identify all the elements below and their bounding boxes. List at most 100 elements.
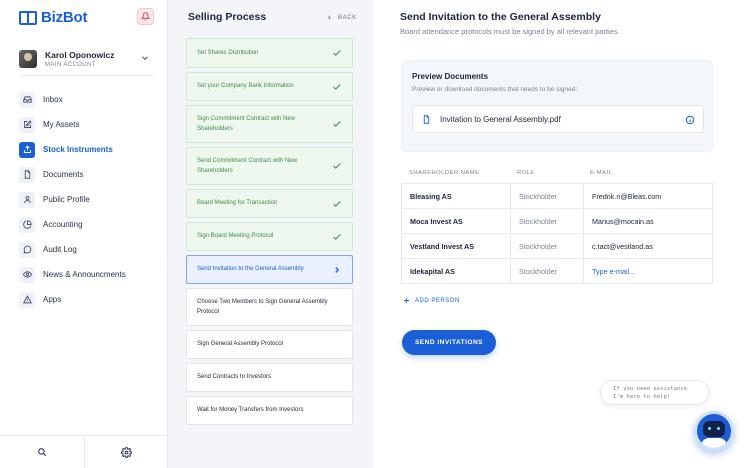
add-person-button[interactable]: ADD PERSON [403,297,460,304]
column-header-name: SHAREHOLDER NAME [409,170,480,176]
step-bank-information[interactable]: Set your Company Bank Information [186,72,353,101]
document-item[interactable]: Invitation to General Assembly.pdf [412,105,704,133]
table-row: Bleasing AS Stockholder Fredrik.n@Bleas.… [401,184,713,209]
step-send-commitment-contract[interactable]: Send Commitment Contract with New Shareh… [186,147,353,185]
step-set-shares-distribution[interactable]: Set Shares Distribution [186,38,353,68]
sidebar-nav: Inbox My Assets Stock Instruments Docume… [19,87,126,312]
account-switcher[interactable]: Karol Oponowicz MAIN ACCOUNT [19,44,154,74]
shareholder-name: Vestland Invest AS [410,241,475,251]
sidebar: BizBot Karol Oponowicz MAIN ACCOUNT Inbo… [0,0,168,468]
sidebar-item-audit-log[interactable]: Audit Log [19,237,126,262]
sidebar-item-my-assets[interactable]: My Assets [19,112,126,137]
email-field[interactable]: c.tact@vestland.as [583,234,712,258]
sidebar-item-label: My Assets [43,120,80,129]
table-row: Idekapital AS Stockholder Type e-mail... [401,259,713,284]
step-send-invitation[interactable]: Send Invitation to the General Assembly [186,255,353,284]
process-title: Selling Process [188,11,267,23]
robot-icon [703,421,725,437]
column-header-role: ROLE [517,170,535,176]
add-person-label: ADD PERSON [415,297,460,304]
step-label: Set Shares Distribution [197,49,259,56]
email-field[interactable]: Fredrik.n@Bleas.com [583,184,712,208]
check-icon [333,50,341,56]
sidebar-item-label: News & Announcments [43,270,126,279]
sidebar-item-label: Public Profile [43,195,90,204]
step-label: Board Meeting for Transaction [197,200,278,207]
step-send-contracts[interactable]: Send Contracts to Investors [186,363,353,392]
step-sign-general-assembly-protocol[interactable]: Sign General Assembly Protocol [186,330,353,359]
shareholder-name: Bleasing AS [410,191,452,201]
email-field[interactable]: Marius@mocain.as [583,209,712,233]
notifications-button[interactable] [137,8,154,25]
sidebar-item-label: Stock Instruments [43,145,113,154]
assistant-line: I'm here to help! [613,394,671,400]
check-icon [333,163,341,169]
check-icon [333,83,341,90]
warning-icon [19,291,35,308]
eye-icon [19,266,35,283]
check-icon [333,121,341,127]
sidebar-item-accounting[interactable]: Accounting [19,212,126,237]
back-button[interactable]: BACK [326,14,357,21]
send-invitations-button[interactable]: SEND INVITATIONS [402,330,496,355]
sidebar-item-label: Inbox [43,95,63,104]
shareholder-role: Stockholder [510,259,583,283]
assistant-line: If you need assistance [613,386,688,392]
sidebar-item-stock-instruments[interactable]: Stock Instruments [19,137,126,162]
search-icon [37,448,46,457]
info-icon[interactable] [685,115,695,125]
step-choose-two-members[interactable]: Choose Two Members to Sign General Assem… [186,288,353,326]
preview-title: Preview Documents [412,72,489,81]
process-panel: Selling Process BACK Set Shares Distribu… [168,0,373,468]
sidebar-item-apps[interactable]: Apps [19,287,126,312]
step-wait-for-transfers[interactable]: Wait for Money Transfers from Investors [186,396,353,425]
chevron-left-icon [328,15,331,20]
chevron-down-icon [142,56,148,60]
inbox-icon [19,91,35,108]
preview-subtitle: Preview or download documents that needs… [412,86,578,93]
step-board-meeting[interactable]: Board Meeting for Transaction [186,189,353,218]
robot-eye [708,427,711,430]
user-icon [19,191,35,208]
step-label: Sign Commitment Contract with New Shareh… [197,115,296,133]
avatar [19,50,37,68]
file-icon [423,114,430,124]
step-sign-board-protocol[interactable]: Sign Board Meeting Protocol [186,222,353,251]
shareholder-role: Stockholder [510,184,583,208]
step-label: Choose Two Members to Sign General Assem… [197,298,328,316]
step-label: Wait for Money Transfers from Investors [197,407,304,414]
sidebar-footer [0,435,168,468]
edit-icon [19,116,35,133]
step-label: Sign Board Meeting Protocol [197,233,274,240]
account-name: Karol Oponowicz [45,50,115,60]
sidebar-item-label: Accounting [43,220,83,229]
shareholder-name: Moca Invest AS [410,216,463,226]
search-button[interactable] [0,436,84,468]
sidebar-item-news[interactable]: News & Announcments [19,262,126,287]
sidebar-item-inbox[interactable]: Inbox [19,87,126,112]
process-steps: Set Shares Distribution Set your Company… [186,38,353,429]
sidebar-item-label: Audit Log [43,245,77,254]
page-title: Send Invitation to the General Assembly [400,11,601,23]
robot-eye [717,427,720,430]
robot-body [701,438,727,448]
table-header: SHAREHOLDER NAME ROLE E-MAIL [401,163,713,184]
document-icon [19,166,35,183]
assistant-message: If you need assistance I'm here to help! [600,380,709,405]
page-subtitle: Board attendance protocols must be signe… [400,27,620,36]
plus-icon [404,298,409,303]
sidebar-item-documents[interactable]: Documents [19,162,126,187]
assistant-bot-button[interactable] [694,411,734,451]
shareholders-table: SHAREHOLDER NAME ROLE E-MAIL Bleasing AS… [401,163,713,284]
brand-logo[interactable]: BizBot [19,9,87,26]
shareholder-role: Stockholder [510,209,583,233]
step-label: Set your Company Bank Information [197,83,294,90]
sidebar-item-public-profile[interactable]: Public Profile [19,187,126,212]
step-label: Send Commitment Contract with New Shareh… [197,157,298,175]
step-label: Send Contracts to Investors [197,374,272,381]
back-label: BACK [338,14,357,21]
email-field[interactable]: Type e-mail... [583,259,712,283]
settings-button[interactable] [83,436,169,468]
step-sign-commitment-contract[interactable]: Sign Commitment Contract with New Shareh… [186,105,353,143]
sidebar-item-label: Apps [43,295,62,304]
